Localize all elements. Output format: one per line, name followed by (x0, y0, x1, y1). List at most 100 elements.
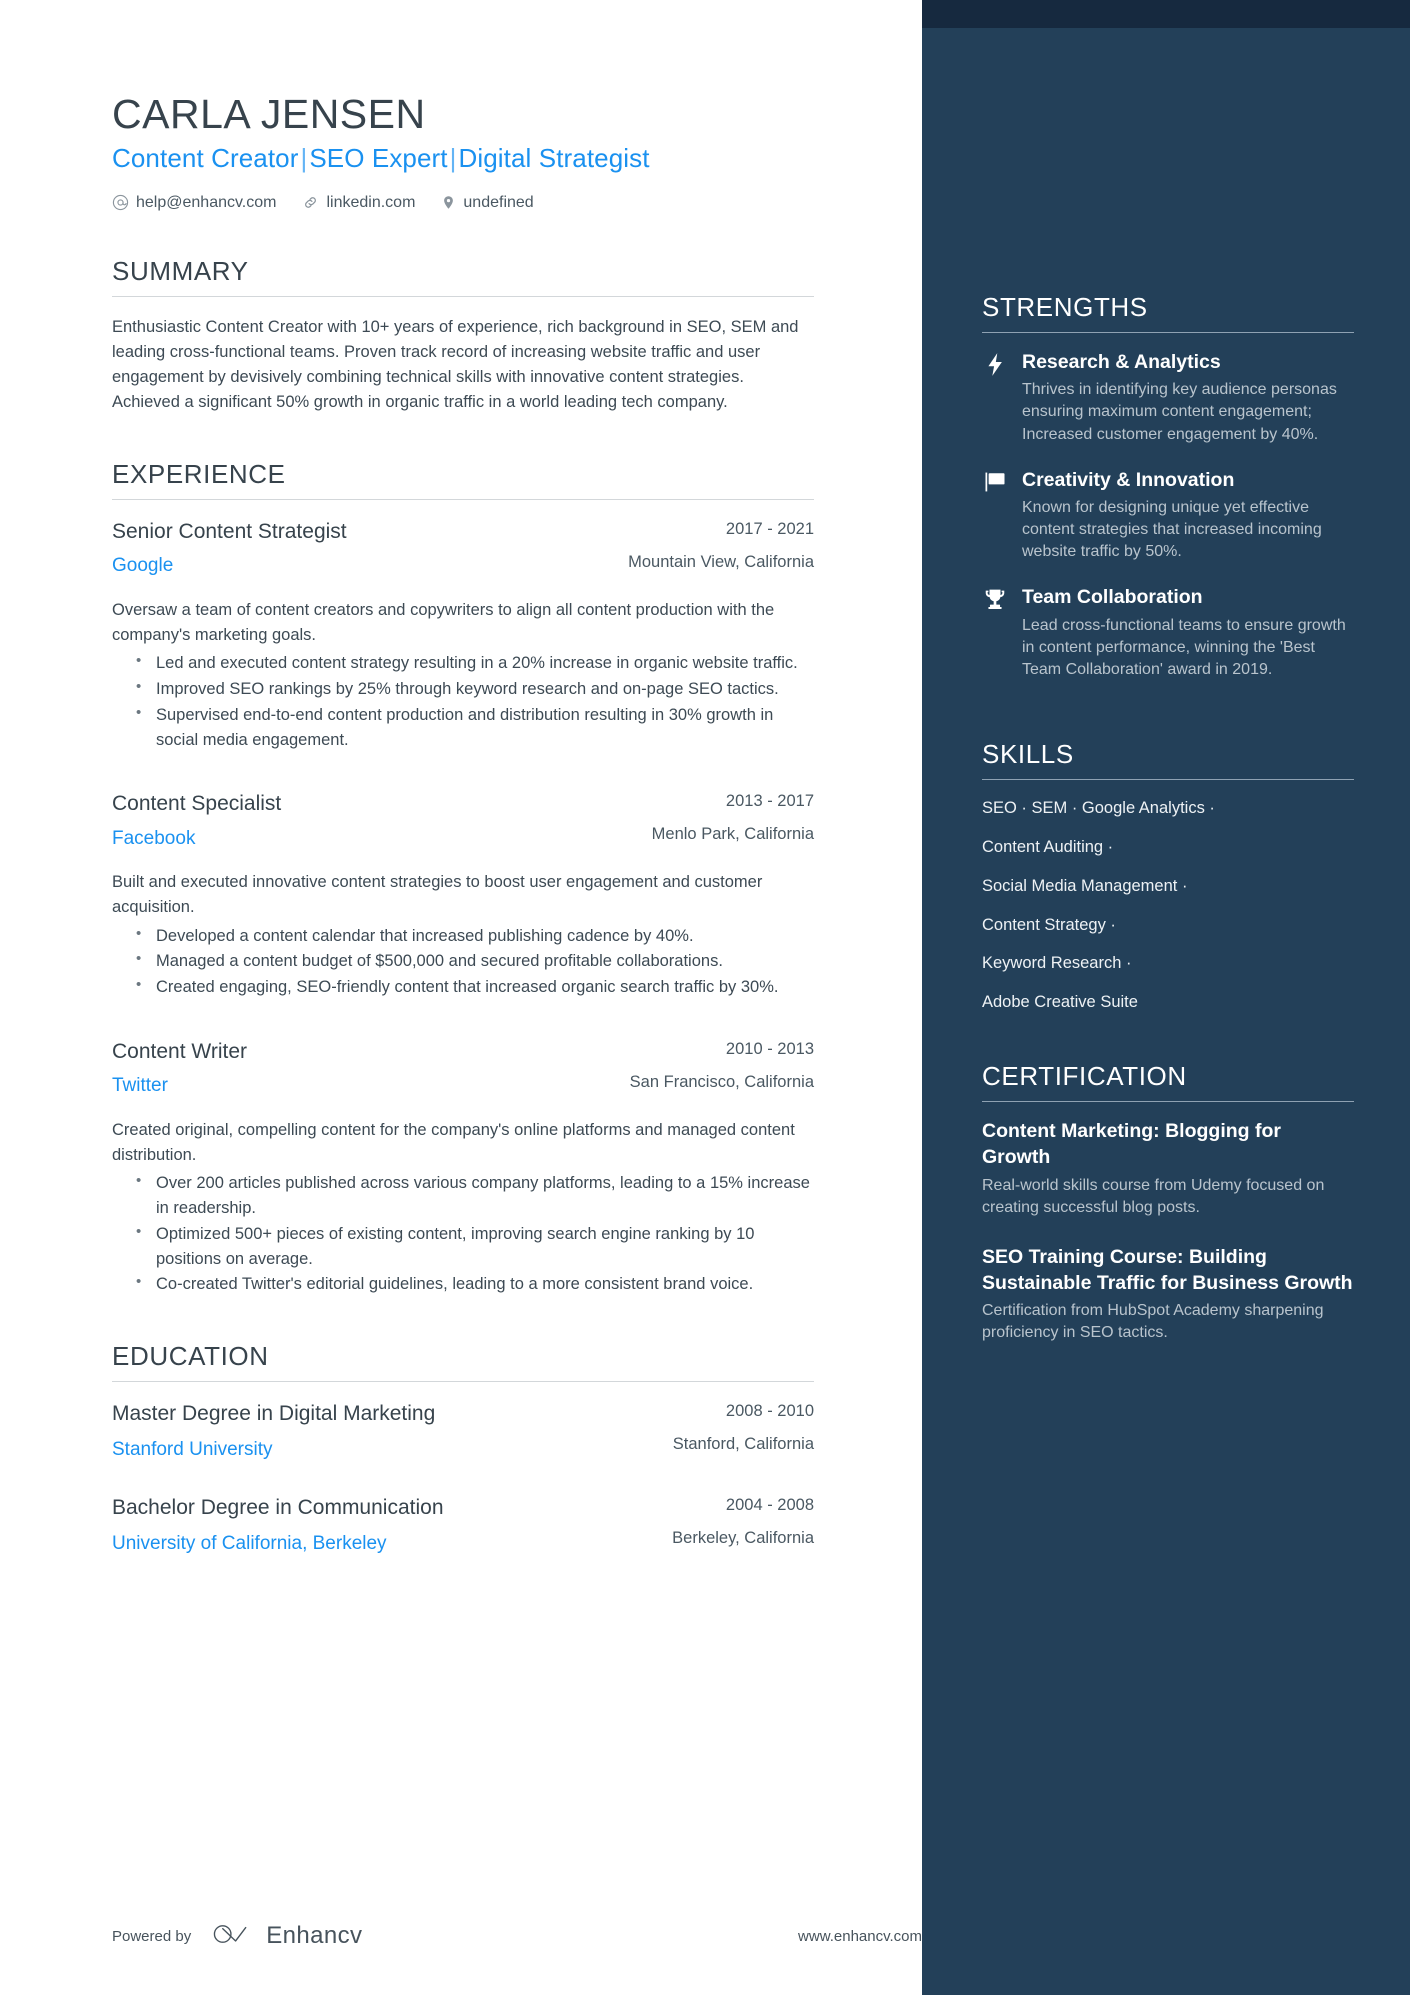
summary-divider (112, 295, 814, 297)
strength-item: Research & Analytics Thrives in identify… (982, 350, 1354, 446)
powered-by-block: Powered by Enhancv (112, 1921, 362, 1952)
experience-section-title: EXPERIENCE (112, 459, 286, 490)
experience-role: Senior Content Strategist (112, 520, 347, 544)
page-footer: Powered by Enhancv www.enhancv.com (112, 1877, 922, 1995)
education-dates: 2004 - 2008 (725, 1495, 814, 1514)
experience-entry: Senior Content Strategist Google 2017 - … (112, 518, 814, 752)
section-education: EDUCATION Master Degree in Digital Marke… (112, 1341, 814, 1558)
certification-divider (982, 1101, 1354, 1103)
experience-entry-header: Content Specialist Facebook 2013 - 2017 … (112, 790, 814, 852)
contact-location-text: undefined (463, 193, 534, 211)
contact-location[interactable]: undefined (441, 193, 534, 212)
experience-entry: Content Specialist Facebook 2013 - 2017 … (112, 790, 814, 1000)
contact-email[interactable]: help@enhancv.com (112, 194, 276, 212)
experience-entry-main: Content Specialist Facebook (112, 790, 628, 852)
contact-linkedin[interactable]: linkedin.com (302, 194, 415, 212)
experience-company[interactable]: Google (112, 552, 604, 580)
skills-line: Adobe Creative Suite (982, 993, 1138, 1012)
skills-list: SEO · SEM · Google Analytics · Content A… (982, 797, 1354, 1016)
certification-section-title: CERTIFICATION (982, 1061, 1187, 1092)
email-icon (112, 194, 129, 211)
section-skills: SKILLS SEO · SEM · Google Analytics · Co… (982, 739, 1354, 1016)
headline-part-2: SEO Expert (309, 142, 448, 173)
skills-line: SEO · SEM · Google Analytics · (982, 798, 1215, 817)
website-url[interactable]: www.enhancv.com (798, 1928, 922, 1945)
powered-by-label: Powered by (112, 1927, 192, 1945)
summary-section-title: SUMMARY (112, 255, 249, 286)
strengths-section-title: STRENGTHS (982, 292, 1148, 322)
experience-bullets: Developed a content calendar that increa… (112, 923, 814, 1000)
skills-section-title: SKILLS (982, 738, 1074, 769)
education-dates: 2008 - 2010 (725, 1402, 814, 1421)
strength-body: Creativity & Innovation Known for design… (1022, 468, 1354, 564)
sidebar: STRENGTHS Research & Analytics Thrives i… (922, 0, 1410, 1995)
education-school[interactable]: Stanford University (112, 1436, 649, 1464)
strength-description: Known for designing unique yet effective… (1022, 498, 1322, 561)
experience-entry-main: Content Writer Twitter (112, 1038, 606, 1100)
strength-title: Team Collaboration (1022, 586, 1203, 609)
experience-bullets: Over 200 articles published across vario… (112, 1170, 814, 1297)
section-strengths: STRENGTHS Research & Analytics Thrives i… (982, 292, 1354, 681)
experience-bullets: Led and executed content strategy result… (112, 650, 814, 752)
strength-item: Creativity & Innovation Known for design… (982, 468, 1354, 564)
certification-item: Content Marketing: Blogging for Growth R… (982, 1119, 1354, 1219)
entry-spacer (112, 1004, 814, 1038)
experience-description: Created original, compelling content for… (112, 1120, 795, 1164)
candidate-name: CARLA JENSEN (112, 91, 426, 137)
skills-divider (982, 778, 1354, 780)
strengths-divider (982, 332, 1354, 333)
education-school[interactable]: University of California, Berkeley (112, 1530, 648, 1558)
experience-bullet: Managed a content budget of $500,000 and… (136, 948, 814, 974)
headline-part-3: Digital Strategist (458, 142, 650, 173)
experience-location: San Francisco, California (629, 1072, 814, 1091)
experience-bullet: Co-created Twitter's editorial guideline… (136, 1271, 814, 1297)
strength-item: Team Collaboration Lead cross-functional… (982, 585, 1354, 681)
education-entry: Bachelor Degree in Communication Univers… (112, 1494, 814, 1558)
education-meta: 2008 - 2010 Stanford, California (673, 1400, 814, 1457)
certification-description: Certification from HubSpot Academy sharp… (982, 1302, 1324, 1342)
certification-item: SEO Training Course: Building Sustainabl… (982, 1245, 1354, 1345)
experience-entry-main: Senior Content Strategist Google (112, 518, 604, 580)
strength-description: Thrives in identifying key audience pers… (1022, 381, 1337, 443)
skills-line: Content Auditing · (982, 837, 1114, 856)
certification-title: Content Marketing: Blogging for Growth (982, 1120, 1281, 1168)
experience-dates: 2017 - 2021 (725, 520, 814, 539)
experience-entry-header: Senior Content Strategist Google 2017 - … (112, 518, 814, 580)
experience-dates: 2013 - 2017 (725, 792, 814, 811)
strength-description: Lead cross-functional teams to ensure gr… (1022, 616, 1346, 678)
education-degree: Master Degree in Digital Marketing (112, 1402, 436, 1426)
experience-dates: 2010 - 2013 (725, 1039, 814, 1058)
section-experience: EXPERIENCE Senior Content Strategist Goo… (112, 459, 814, 1297)
location-pin-icon (441, 194, 456, 211)
experience-company[interactable]: Facebook (112, 825, 628, 853)
entry-spacer (112, 756, 814, 790)
enhancv-wordmark: Enhancv (266, 1922, 363, 1949)
experience-description: Built and executed innovative content st… (112, 873, 763, 916)
enhancv-brand[interactable]: Enhancv (213, 1921, 362, 1952)
certification-title: SEO Training Course: Building Sustainabl… (982, 1245, 1353, 1294)
summary-text: Enthusiastic Content Creator with 10+ ye… (112, 317, 799, 411)
experience-company[interactable]: Twitter (112, 1072, 606, 1100)
contact-row: help@enhancv.com linkedin.com undefined (112, 194, 814, 212)
experience-meta: 2010 - 2013 San Francisco, California (630, 1038, 814, 1095)
sidebar-content: STRENGTHS Research & Analytics Thrives i… (982, 0, 1354, 1345)
lightning-bolt-icon (982, 350, 1008, 376)
headline-separator-1: | (300, 142, 308, 173)
experience-divider (112, 499, 814, 501)
education-divider (112, 1381, 814, 1383)
main-column: CARLA JENSEN Content Creator|SEO Expert|… (0, 0, 922, 1995)
enhancv-logo-icon (213, 1921, 255, 1952)
experience-description: Oversaw a team of content creators and c… (112, 600, 775, 644)
education-section-title: EDUCATION (112, 1341, 269, 1372)
headline-part-1: Content Creator (112, 142, 299, 173)
strength-body: Team Collaboration Lead cross-functional… (1022, 585, 1354, 681)
experience-entry: Content Writer Twitter 2010 - 2013 San F… (112, 1038, 814, 1297)
skills-line: Social Media Management · (982, 876, 1188, 895)
experience-bullet: Led and executed content strategy result… (136, 650, 814, 676)
strength-body: Research & Analytics Thrives in identify… (1022, 350, 1354, 446)
experience-bullet: Improved SEO rankings by 25% through key… (136, 676, 814, 702)
experience-entry-header: Content Writer Twitter 2010 - 2013 San F… (112, 1038, 814, 1100)
section-summary: SUMMARY Enthusiastic Content Creator wit… (112, 256, 814, 415)
